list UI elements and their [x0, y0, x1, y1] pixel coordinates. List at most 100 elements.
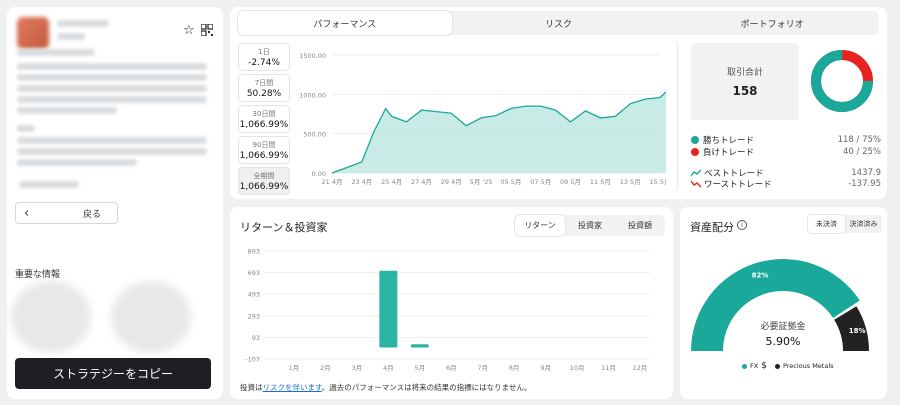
period-value: 1,066.99%: [239, 181, 289, 192]
info-image-blurred-1: [11, 281, 91, 353]
allocation-gauge: 82% 18% 必要証拠金 5.90%: [691, 259, 869, 351]
y-tick-label: 493: [248, 291, 260, 299]
x-tick-label: 27 4月: [411, 178, 432, 186]
info-icon[interactable]: i: [737, 220, 747, 230]
x-tick-label: 10月: [570, 364, 585, 372]
period-label: 90日間: [252, 140, 276, 149]
disclaimer-text-post: 。過去のパフォーマンスは将来の結果の指標にはなりません。: [321, 383, 532, 392]
y-tick-label: -107: [245, 356, 260, 364]
series-area: [332, 91, 666, 173]
description-blurred-8: [17, 159, 137, 166]
y-tick-label: 1500.00: [299, 52, 326, 60]
returns-card: リターン＆投資家 リターン 投資家 投資額 893 693 493 293 93 -107…: [230, 207, 673, 399]
period-7d[interactable]: 7日間 50.28%: [238, 74, 290, 102]
bar: [410, 344, 429, 348]
important-info-label: 重要な情報: [15, 270, 61, 280]
trader-handle-blurred: [57, 33, 85, 40]
star-icon[interactable]: ☆: [183, 24, 195, 38]
risk-disclaimer: 投資はリスクを伴います。過去のパフォーマンスは将来の結果の指標にはなりません。: [240, 382, 531, 393]
y-tick-label: 1000.00: [299, 91, 326, 99]
period-all-time[interactable]: 全期間 1,066.99%: [238, 167, 290, 195]
copy-strategy-button[interactable]: ストラテジーをコピー: [15, 358, 211, 389]
x-tick-label: 09 5月: [560, 178, 581, 186]
x-tick-label: 5月 '25: [470, 178, 493, 186]
y-tick-label: 0.00: [312, 170, 326, 178]
period-value: 50.28%: [246, 88, 282, 99]
tab-performance[interactable]: パフォーマンス: [238, 11, 452, 35]
trend-down-icon: [691, 180, 701, 188]
precious-metals-label: Precious Metals: [782, 362, 834, 370]
divider: [677, 43, 678, 189]
returns-segment-control: リターン 投資家 投資額: [515, 215, 665, 236]
slice-label: 18%: [849, 327, 866, 335]
period-30d[interactable]: 30日間 1,066.99%: [238, 105, 290, 133]
description-blurred-7: [17, 148, 207, 155]
slice-label: 82%: [752, 271, 769, 279]
x-tick-label: 4月: [383, 364, 394, 372]
y-tick-label: 893: [248, 248, 260, 256]
winning-label: 勝ちトレード: [703, 136, 755, 146]
period-value: -2.74%: [248, 57, 280, 68]
description-blurred-2: [17, 74, 207, 81]
margin-label: 必要証拠金: [760, 320, 805, 332]
chevron-left-icon: ‹: [24, 205, 30, 221]
segment-closed[interactable]: 決済済み: [845, 215, 882, 233]
bar: [379, 270, 398, 348]
win-loss-donut: [811, 50, 873, 112]
dollar-icon: $: [761, 361, 767, 371]
fx-label: FX: [750, 362, 759, 370]
period-label: 1日: [258, 47, 270, 56]
back-button[interactable]: ‹ 戻る: [15, 202, 118, 224]
segment-open[interactable]: 未決済: [808, 215, 845, 233]
win-dot-icon: [691, 136, 699, 144]
x-tick-label: 15 5月: [650, 178, 666, 186]
x-tick-label: 29 4月: [441, 178, 462, 186]
segment-returns[interactable]: リターン: [515, 215, 565, 236]
segment-invested-amount[interactable]: 投資額: [615, 215, 665, 236]
x-tick-label: 13 5月: [620, 178, 641, 186]
allocation-title: 資産配分: [690, 221, 734, 234]
trader-name-blurred: [57, 20, 109, 27]
segment-investors[interactable]: 投資家: [565, 215, 615, 236]
returns-bar-chart: 893 693 493 293 93 -107 1月 2月 3月 4月 5月 6月 7月 8月 9月 10月 1…: [245, 248, 650, 372]
worst-trade-label: ワーストトレード: [704, 180, 772, 190]
y-tick-label: 93: [252, 334, 260, 342]
total-trades-box: 取引合計 158: [691, 43, 799, 120]
tab-portfolio[interactable]: ポートフォリオ: [665, 11, 879, 35]
allocation-segment-control: 未決済 決済済み: [808, 215, 882, 233]
trader-subtitle-blurred: [17, 49, 95, 56]
total-trades-value: 158: [732, 84, 758, 98]
allocation-card: 資産配分 i 未決済 決済済み 82% 18% 必要証拠金 5.90% FX $ Pr…: [680, 207, 887, 399]
worst-trade-value: -137.95: [848, 179, 881, 189]
x-tick-label: 07 5月: [530, 178, 551, 186]
x-tick-label: 2月: [320, 364, 331, 372]
description-blurred-3: [17, 85, 207, 92]
trend-up-icon: [691, 169, 701, 177]
qr-code-icon[interactable]: [200, 23, 214, 40]
x-tick-label: 21 4月: [322, 178, 343, 186]
avatar: [17, 17, 49, 49]
margin-value: 5.90%: [766, 335, 801, 348]
x-tick-label: 3月: [352, 364, 363, 372]
back-button-label: 戻る: [82, 209, 101, 220]
profile-card: ☆ ‹ 戻る 重要な情報 ストラテジーをコピー: [7, 7, 223, 399]
risk-link[interactable]: リスクを伴います: [263, 383, 322, 392]
allocation-legend: FX $ Precious Metals: [742, 361, 834, 371]
precious-metals-dot-icon: [774, 363, 780, 369]
disclaimer-text-pre: 投資は: [240, 383, 263, 392]
losing-trades-row: 負けトレード 40 / 25%: [691, 146, 881, 158]
stats-blurred: [19, 181, 79, 188]
y-tick-label: 500.00: [303, 131, 326, 139]
period-90d[interactable]: 90日間 1,066.99%: [238, 136, 290, 164]
period-selector: 1日 -2.74% 7日間 50.28% 30日間 1,066.99% 90日間…: [238, 43, 290, 198]
x-tick-label: 7月: [477, 364, 488, 372]
x-tick-label: 1月: [289, 364, 300, 372]
x-tick-label: 8月: [509, 364, 520, 372]
period-1d[interactable]: 1日 -2.74%: [238, 43, 290, 71]
returns-title: リターン＆投資家: [240, 221, 328, 234]
description-blurred-6: [17, 137, 207, 144]
total-trades-label: 取引合計: [726, 68, 763, 78]
description-heading-blurred: [17, 125, 35, 132]
tab-risk[interactable]: リスク: [452, 11, 666, 35]
losing-label: 負けトレード: [703, 148, 755, 158]
